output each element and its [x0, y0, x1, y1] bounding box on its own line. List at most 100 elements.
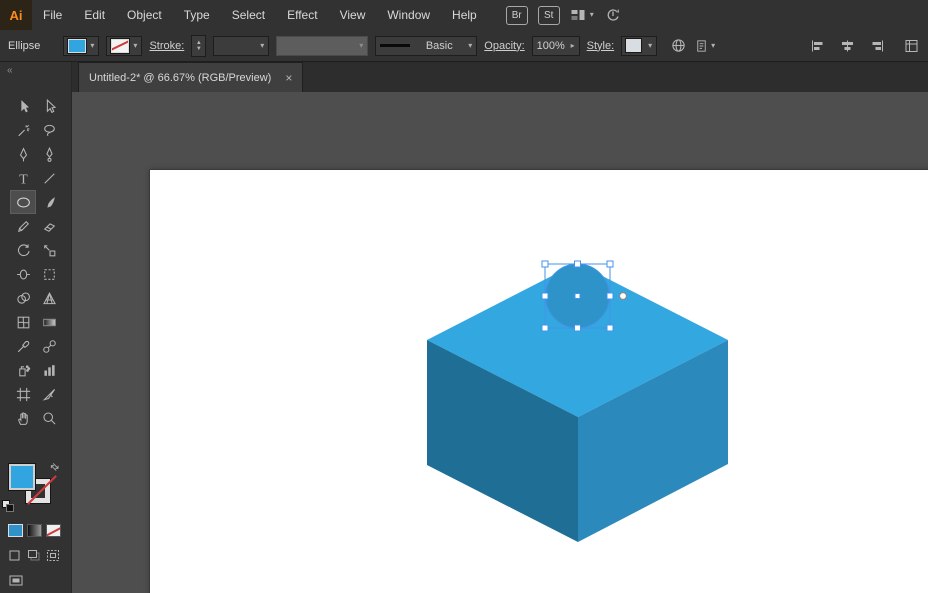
- stroke-panel-link[interactable]: Stroke:: [149, 40, 184, 52]
- paintbrush-tool[interactable]: [36, 190, 62, 214]
- gradient-tool[interactable]: [36, 310, 62, 334]
- artboard-tool[interactable]: [10, 382, 36, 406]
- menu-bar: Ai File Edit Object Type Select Effect V…: [0, 0, 928, 31]
- chevron-down-icon: ▾: [359, 42, 363, 50]
- document-info-button[interactable]: [670, 37, 687, 54]
- live-shape-widget[interactable]: [620, 293, 627, 300]
- selection-handle[interactable]: [542, 261, 548, 267]
- opacity-field[interactable]: 100% ▸: [532, 36, 580, 56]
- direct-selection-tool[interactable]: [36, 94, 62, 118]
- selection-handle[interactable]: [607, 261, 613, 267]
- swap-fill-stroke-icon[interactable]: ⇄: [47, 461, 61, 475]
- menu-file[interactable]: File: [32, 0, 73, 30]
- sync-status-button[interactable]: [604, 7, 622, 24]
- selection-handle[interactable]: [542, 325, 548, 331]
- draw-normal-mode-button[interactable]: [8, 549, 22, 562]
- align-center-icon: [839, 38, 856, 54]
- stroke-color-dropdown[interactable]: ▾: [106, 36, 142, 56]
- align-left-button[interactable]: [809, 38, 826, 54]
- eyedropper-tool[interactable]: [10, 334, 36, 358]
- tools-grid: T: [10, 94, 62, 430]
- document-tab[interactable]: Untitled-2* @ 66.67% (RGB/Preview) ×: [78, 62, 303, 92]
- shape-builder-tool[interactable]: [10, 286, 36, 310]
- slice-tool[interactable]: [36, 382, 62, 406]
- menu-help[interactable]: Help: [441, 0, 488, 30]
- workspace-switcher[interactable]: ▾: [570, 7, 594, 23]
- draw-behind-mode-button[interactable]: [27, 549, 41, 562]
- align-right-button[interactable]: [869, 38, 886, 54]
- menu-edit[interactable]: Edit: [73, 0, 116, 30]
- chevron-down-icon: ▾: [648, 42, 652, 50]
- selection-handle[interactable]: [575, 325, 581, 331]
- document-setup-button[interactable]: ▾: [694, 38, 715, 54]
- globe-icon: [670, 37, 687, 54]
- default-fill-stroke-icon[interactable]: [2, 500, 14, 512]
- stroke-weight-stepper[interactable]: ▲ ▼: [191, 35, 206, 57]
- column-graph-tool[interactable]: [36, 358, 62, 382]
- scale-tool[interactable]: [36, 238, 62, 262]
- hand-tool[interactable]: [10, 406, 36, 430]
- color-button[interactable]: [8, 524, 23, 537]
- stroke-weight-dropdown[interactable]: ▾: [213, 36, 269, 56]
- line-segment-tool[interactable]: [36, 166, 62, 190]
- fill-color-dropdown[interactable]: ▾: [63, 36, 99, 56]
- gradient-button[interactable]: [27, 524, 42, 537]
- menu-object[interactable]: Object: [116, 0, 173, 30]
- none-button[interactable]: [46, 524, 61, 537]
- width-tool[interactable]: [10, 262, 36, 286]
- graphic-style-dropdown[interactable]: ▾: [621, 36, 657, 56]
- stepper-down-icon[interactable]: ▼: [196, 46, 202, 52]
- bridge-button[interactable]: Br: [506, 6, 528, 25]
- illustrator-window: Ai File Edit Object Type Select Effect V…: [0, 0, 928, 593]
- screen-mode-button[interactable]: [8, 574, 24, 588]
- selection-handle[interactable]: [575, 261, 581, 267]
- menu-window[interactable]: Window: [376, 0, 441, 30]
- curvature-tool[interactable]: [36, 142, 62, 166]
- screen-mode-row: [8, 574, 24, 588]
- selection-handle[interactable]: [607, 325, 613, 331]
- collapse-panel-button[interactable]: «: [7, 65, 13, 76]
- close-tab-icon[interactable]: ×: [285, 71, 292, 85]
- type-tool[interactable]: T: [10, 166, 36, 190]
- chevron-down-icon: ▾: [711, 42, 715, 50]
- selection-tool[interactable]: [10, 94, 36, 118]
- sync-icon: [604, 7, 622, 24]
- align-right-icon: [869, 38, 886, 54]
- fill-proxy[interactable]: [9, 464, 35, 490]
- menu-select[interactable]: Select: [221, 0, 276, 30]
- blend-tool[interactable]: [36, 334, 62, 358]
- drawing-modes-row: [8, 549, 60, 562]
- pencil-tool[interactable]: [10, 214, 36, 238]
- mesh-tool[interactable]: [10, 310, 36, 334]
- brush-definition-dropdown[interactable]: Basic ▾: [375, 36, 477, 56]
- ellipse-tool[interactable]: [10, 190, 36, 214]
- align-center-button[interactable]: [839, 38, 856, 54]
- selection-handle[interactable]: [542, 293, 548, 299]
- workspace-icon: [570, 7, 587, 23]
- magic-wand-tool[interactable]: [10, 118, 36, 142]
- menu-view[interactable]: View: [329, 0, 377, 30]
- style-panel-link[interactable]: Style:: [587, 40, 615, 52]
- draw-inside-mode-button[interactable]: [46, 549, 60, 562]
- perspective-grid-tool[interactable]: [36, 286, 62, 310]
- menu-type[interactable]: Type: [173, 0, 221, 30]
- opacity-panel-link[interactable]: Opacity:: [484, 40, 524, 52]
- symbol-sprayer-tool[interactable]: [10, 358, 36, 382]
- canvas-area[interactable]: [72, 92, 928, 593]
- zoom-tool[interactable]: [36, 406, 62, 430]
- rotate-tool[interactable]: [10, 238, 36, 262]
- chevron-right-icon: ▸: [571, 42, 575, 50]
- control-bar: Ellipse ▾ ▾ Stroke: ▲ ▼ ▾ ▾ Basic ▾ Opac…: [0, 30, 928, 62]
- stock-button[interactable]: St: [538, 6, 560, 25]
- lasso-tool[interactable]: [36, 118, 62, 142]
- style-swatch: [626, 39, 641, 52]
- menu-effect[interactable]: Effect: [276, 0, 328, 30]
- pen-tool[interactable]: [10, 142, 36, 166]
- selection-handle[interactable]: [607, 293, 613, 299]
- active-tool-label: Ellipse: [8, 40, 40, 52]
- document-tab-bar: Untitled-2* @ 66.67% (RGB/Preview) ×: [72, 62, 928, 93]
- free-transform-tool[interactable]: [36, 262, 62, 286]
- eraser-tool[interactable]: [36, 214, 62, 238]
- brush-definition-value: Basic: [426, 40, 453, 52]
- transform-panel-button[interactable]: [903, 38, 920, 54]
